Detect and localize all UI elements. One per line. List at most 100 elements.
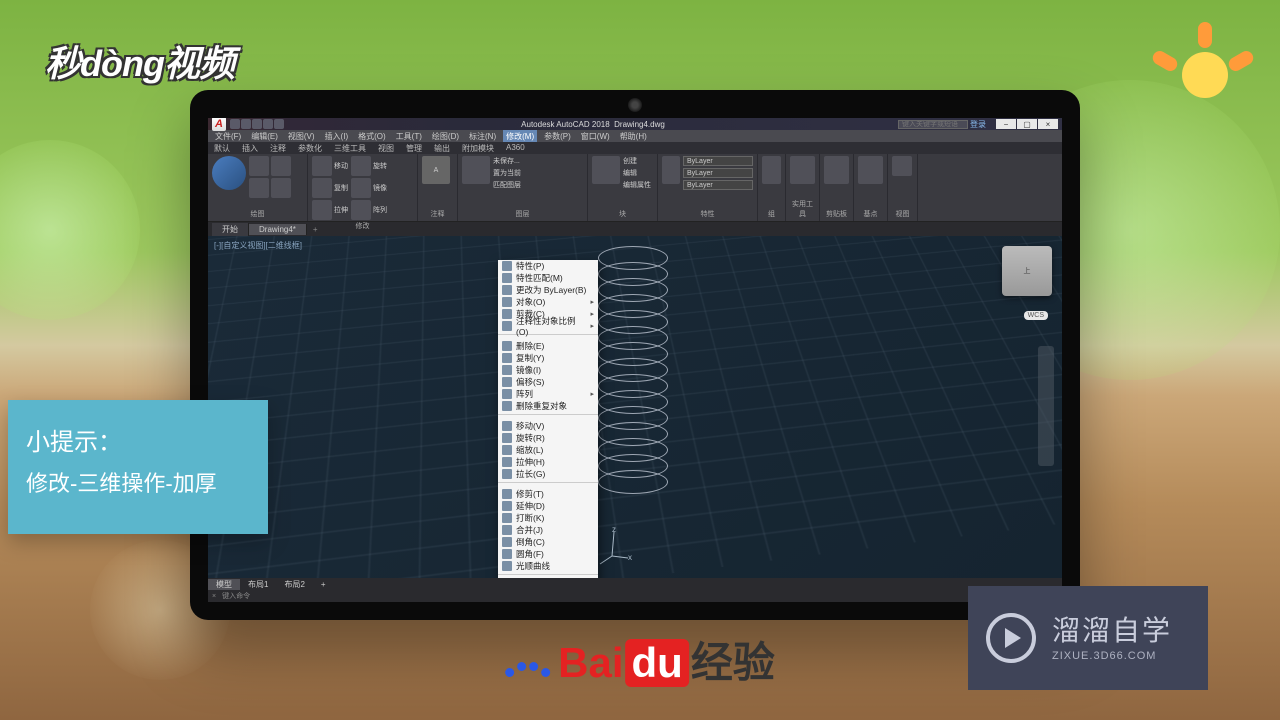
menu-item-label: 复制(Y) (516, 352, 594, 364)
menu-item[interactable]: 打断(K) (498, 512, 598, 524)
menu-item[interactable]: 特性匹配(M) (498, 272, 598, 284)
close-button[interactable]: × (1038, 119, 1058, 129)
circle-tool-icon[interactable] (212, 156, 246, 190)
tab-output[interactable]: 输出 (428, 142, 456, 154)
tab-manage[interactable]: 管理 (400, 142, 428, 154)
model-layout-tabs: 模型 布局1 布局2 + (208, 578, 1062, 590)
menu-item-icon (502, 513, 512, 523)
basepoint-icon[interactable] (858, 156, 883, 184)
menu-item[interactable]: 对象(O)▸ (498, 296, 598, 308)
layout2-tab[interactable]: 布局2 (276, 579, 312, 590)
modify-btn[interactable] (312, 156, 332, 176)
block-insert-icon[interactable] (592, 156, 620, 184)
modify-btn[interactable] (312, 200, 332, 220)
add-layout-tab[interactable]: + (313, 580, 334, 589)
color-dropdown[interactable]: ByLayer (683, 156, 753, 166)
menu-window[interactable]: 窗口(W) (578, 130, 613, 142)
tab-annotate[interactable]: 注释 (264, 142, 292, 154)
menu-item-icon (502, 309, 512, 319)
menu-view[interactable]: 视图(V) (285, 130, 318, 142)
search-input[interactable] (898, 120, 968, 129)
menu-item[interactable]: 圆角(F) (498, 548, 598, 560)
line-tool-icon[interactable] (249, 156, 269, 176)
menu-item[interactable]: 删除重复对象 (498, 400, 598, 412)
maximize-button[interactable]: ▢ (1017, 119, 1037, 129)
viewport-label[interactable]: [-][自定义视图][二维线框] (214, 240, 302, 251)
menu-item[interactable]: 删除(E) (498, 340, 598, 352)
menu-format[interactable]: 格式(O) (355, 130, 389, 142)
text-tool-icon[interactable]: A (422, 156, 450, 184)
tab-default[interactable]: 默认 (208, 142, 236, 154)
menu-item[interactable]: 延伸(D) (498, 500, 598, 512)
menu-item-icon (502, 501, 512, 511)
polyline-tool-icon[interactable] (271, 156, 291, 176)
menu-file[interactable]: 文件(F) (212, 130, 244, 142)
drawing-canvas[interactable]: [-][自定义视图][二维线框] 上 WCS x z 特性(P)特性匹配(M)更… (208, 236, 1062, 578)
qat-button[interactable] (252, 119, 262, 129)
menu-dimension[interactable]: 标注(N) (466, 130, 499, 142)
menu-item[interactable]: 合并(J) (498, 524, 598, 536)
tab-3dtools[interactable]: 三维工具 (328, 142, 372, 154)
group-icon[interactable] (762, 156, 781, 184)
lineweight-dropdown[interactable]: ByLayer (683, 180, 753, 190)
menu-item[interactable]: 旋转(R) (498, 432, 598, 444)
layout1-tab[interactable]: 布局1 (240, 579, 276, 590)
menu-item[interactable]: 光顺曲线 (498, 560, 598, 572)
ribbon-group-label: 特性 (662, 208, 753, 219)
view-group-icon[interactable] (892, 156, 912, 176)
tab-addins[interactable]: 附加模块 (456, 142, 500, 154)
menu-draw[interactable]: 绘图(D) (429, 130, 462, 142)
menu-edit[interactable]: 编辑(E) (248, 130, 281, 142)
login-link[interactable]: 登录 (970, 119, 986, 130)
menu-item-icon (502, 285, 512, 295)
file-tab-start[interactable]: 开始 (212, 223, 249, 236)
menu-item-icon (502, 457, 512, 467)
layer-prop-icon[interactable] (462, 156, 490, 184)
command-line[interactable]: 键入命令 (216, 591, 988, 601)
menu-item[interactable]: 拉长(G) (498, 468, 598, 480)
navigation-bar[interactable] (1038, 346, 1054, 466)
arc-tool-icon[interactable] (249, 178, 269, 198)
menu-item[interactable]: 特性(P) (498, 260, 598, 272)
menu-parametric[interactable]: 参数(P) (541, 130, 574, 142)
tab-view[interactable]: 视图 (372, 142, 400, 154)
qat-button[interactable] (274, 119, 284, 129)
menu-insert[interactable]: 插入(I) (322, 130, 352, 142)
viewcube[interactable]: 上 (1002, 246, 1052, 296)
menu-item[interactable]: 镜像(I) (498, 364, 598, 376)
menu-item[interactable]: 阵列▸ (498, 388, 598, 400)
wcs-badge[interactable]: WCS (1024, 311, 1048, 320)
qat-button[interactable] (230, 119, 240, 129)
qat-button[interactable] (263, 119, 273, 129)
tab-parametric[interactable]: 参数化 (292, 142, 328, 154)
menu-modify[interactable]: 修改(M) (503, 130, 537, 142)
menu-help[interactable]: 帮助(H) (617, 130, 650, 142)
minimize-button[interactable]: − (996, 119, 1016, 129)
linetype-dropdown[interactable]: ByLayer (683, 168, 753, 178)
menu-item[interactable]: 注释性对象比例(O)▸ (498, 320, 598, 332)
qat-button[interactable] (241, 119, 251, 129)
menu-tools[interactable]: 工具(T) (393, 130, 425, 142)
menu-item[interactable]: 倒角(C) (498, 536, 598, 548)
menu-item[interactable]: 拉伸(H) (498, 456, 598, 468)
modify-btn[interactable] (312, 178, 332, 198)
menu-item[interactable]: 更改为 ByLayer(B) (498, 284, 598, 296)
tab-a360[interactable]: A360 (500, 142, 531, 154)
rect-tool-icon[interactable] (271, 178, 291, 198)
measure-icon[interactable] (790, 156, 815, 184)
menu-item-icon (502, 489, 512, 499)
new-tab-button[interactable]: + (307, 225, 324, 234)
menu-item[interactable]: 缩放(L) (498, 444, 598, 456)
modify-btn[interactable] (351, 156, 371, 176)
model-tab[interactable]: 模型 (208, 579, 240, 590)
modify-btn[interactable] (351, 178, 371, 198)
menu-item[interactable]: 移动(V) (498, 420, 598, 432)
menu-item[interactable]: 复制(Y) (498, 352, 598, 364)
file-tab-drawing[interactable]: Drawing4* (249, 224, 307, 235)
menu-item[interactable]: 偏移(S) (498, 376, 598, 388)
tab-insert[interactable]: 插入 (236, 142, 264, 154)
paste-icon[interactable] (824, 156, 849, 184)
menu-item[interactable]: 修剪(T) (498, 488, 598, 500)
properties-icon[interactable] (662, 156, 680, 184)
modify-btn[interactable] (351, 200, 371, 220)
